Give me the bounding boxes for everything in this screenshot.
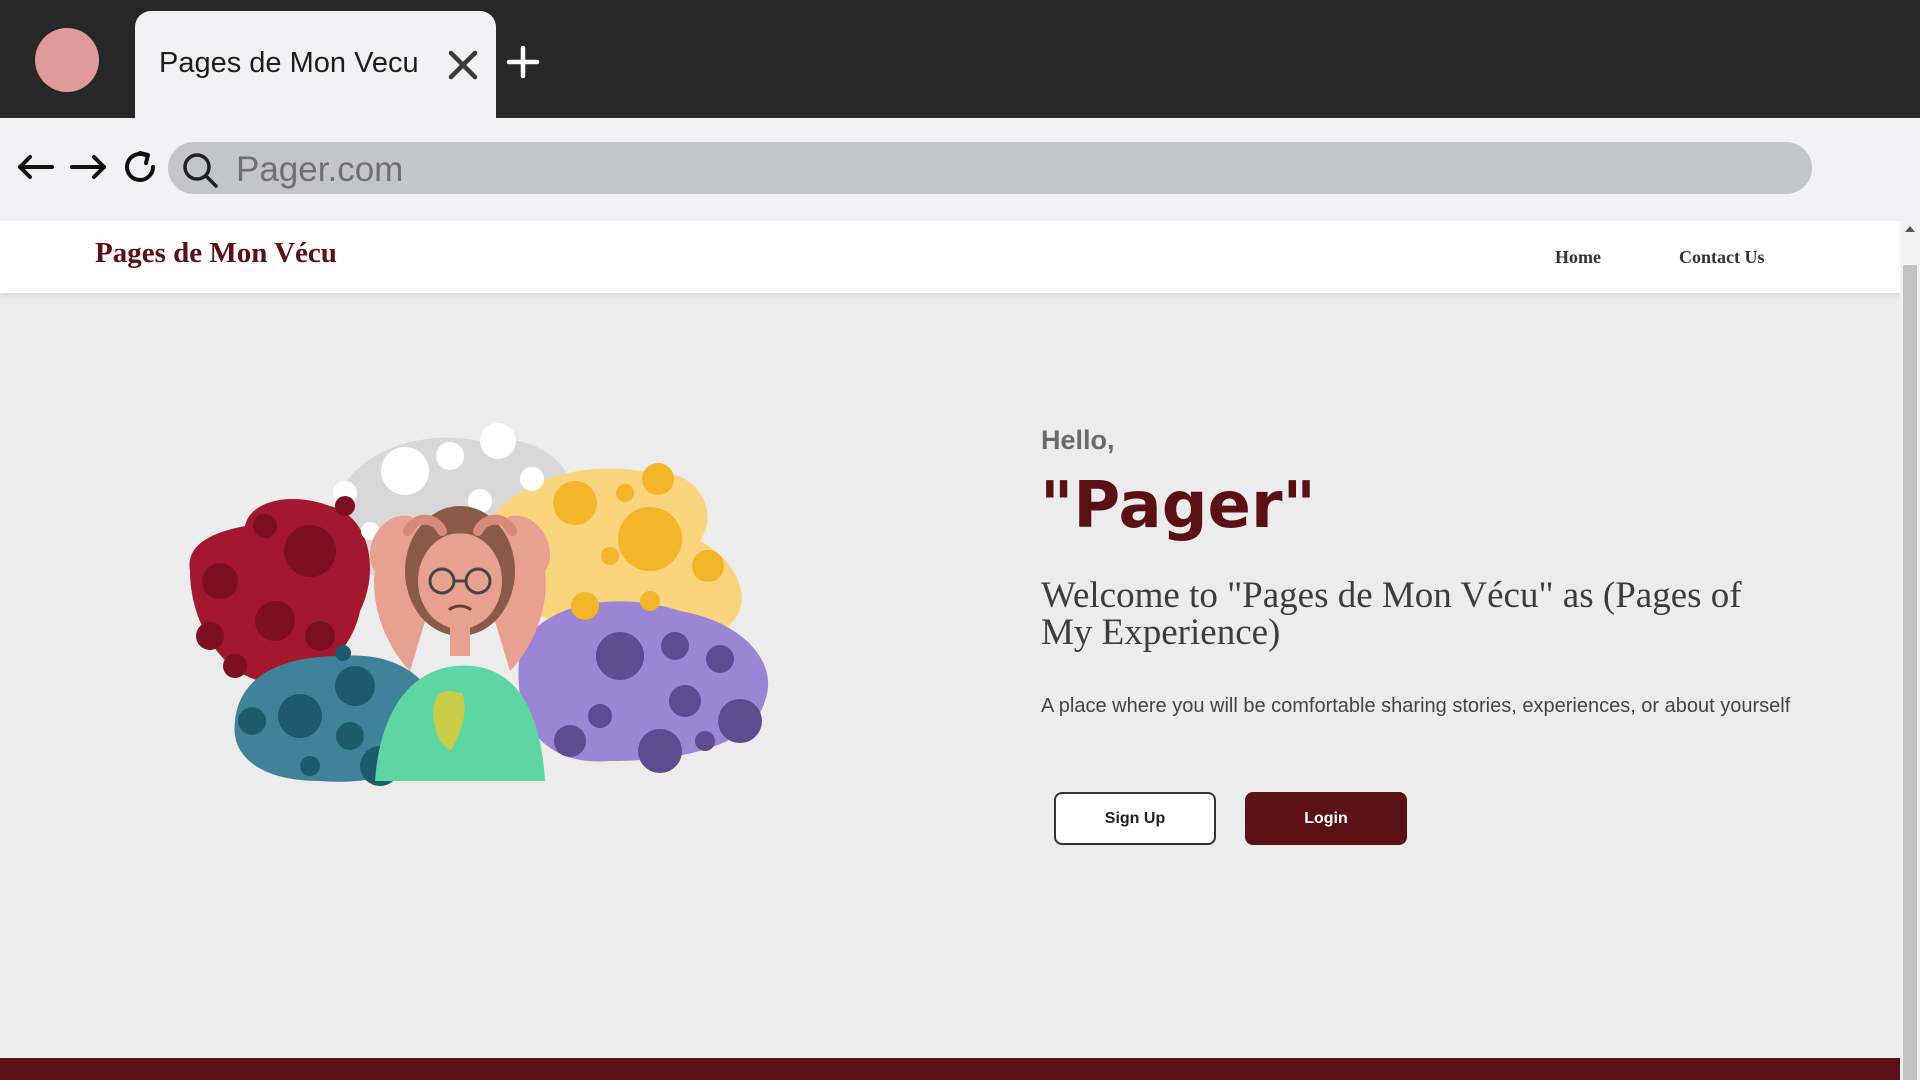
search-icon xyxy=(183,153,218,188)
site-brand[interactable]: Pages de Mon Vécu xyxy=(95,237,337,270)
hero-welcome-heading: Welcome to "Pages de Mon Vécu" as (Pages… xyxy=(1041,575,1742,653)
profile-avatar[interactable] xyxy=(35,28,99,92)
hero-name: "Pager" xyxy=(1040,469,1316,543)
vertical-scrollbar[interactable] xyxy=(1900,221,1920,1080)
address-bar[interactable]: Pager.com xyxy=(168,142,1812,194)
scroll-thumb[interactable] xyxy=(1903,265,1917,1080)
hero-description: A place where you will be comfortable sh… xyxy=(1041,695,1791,717)
footer-band xyxy=(0,1058,1900,1080)
browser-toolbar: Pager.com xyxy=(0,118,1920,221)
nav-contact-link[interactable]: Contact Us xyxy=(1679,247,1765,268)
browser-tab-bar: Pages de Mon Vecu xyxy=(0,0,1920,118)
page-viewport: Pages de Mon Vécu Home Contact Us Hello,… xyxy=(0,221,1900,1080)
login-button[interactable]: Login xyxy=(1245,792,1407,845)
browser-tab[interactable]: Pages de Mon Vecu xyxy=(135,11,496,118)
tab-title: Pages de Mon Vecu xyxy=(159,47,419,79)
reload-icon[interactable] xyxy=(120,146,162,188)
hero-greeting: Hello, xyxy=(1041,425,1115,455)
scroll-up-arrow-icon[interactable] xyxy=(1905,226,1915,232)
close-icon[interactable] xyxy=(443,45,483,85)
forward-arrow-icon[interactable] xyxy=(68,146,110,188)
url-text: Pager.com xyxy=(236,150,404,189)
plus-icon[interactable] xyxy=(505,44,541,80)
hero-illustration xyxy=(189,423,769,786)
signup-button[interactable]: Sign Up xyxy=(1054,792,1216,845)
nav-home-link[interactable]: Home xyxy=(1555,247,1601,268)
back-arrow-icon[interactable] xyxy=(14,146,56,188)
site-navbar: Pages de Mon Vécu Home Contact Us xyxy=(0,221,1900,293)
